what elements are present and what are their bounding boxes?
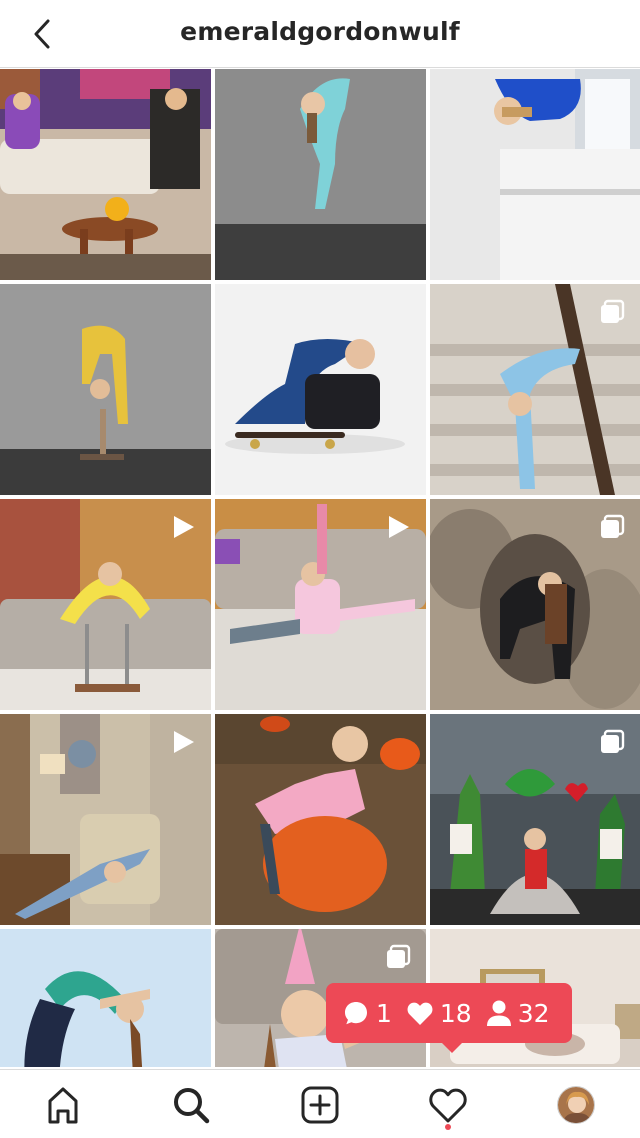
post-image	[215, 69, 426, 280]
post-image	[215, 714, 426, 925]
heart-icon	[407, 1002, 433, 1025]
post-thumbnail[interactable]	[430, 714, 640, 925]
top-bar: emeraldgordonwulf	[0, 0, 640, 68]
nav-new-post-button[interactable]	[297, 1082, 343, 1128]
carousel-badge-icon	[601, 299, 625, 323]
comments-stat: 1	[342, 999, 392, 1028]
post-image	[430, 69, 640, 280]
post-thumbnail[interactable]	[215, 284, 426, 495]
likes-stat: 18	[406, 999, 472, 1028]
followers-count: 32	[517, 998, 550, 1028]
search-icon	[174, 1088, 210, 1124]
post-thumbnail[interactable]	[215, 69, 426, 280]
carousel-badge-icon	[601, 514, 625, 538]
likes-count: 18	[439, 998, 472, 1028]
post-thumbnail[interactable]	[0, 714, 211, 925]
post-thumbnail[interactable]	[0, 69, 211, 280]
post-image	[0, 929, 211, 1067]
nav-activity-button[interactable]	[425, 1082, 471, 1130]
post-thumbnail[interactable]	[0, 499, 211, 710]
posts-grid	[0, 69, 640, 1067]
person-icon	[486, 1000, 511, 1026]
profile-avatar	[557, 1086, 595, 1124]
profile-username-title: emeraldgordonwulf	[180, 17, 460, 46]
activity-heart-icon	[429, 1088, 467, 1123]
post-thumbnail[interactable]	[430, 284, 640, 495]
video-badge-icon	[174, 731, 194, 753]
add-post-icon	[301, 1086, 339, 1124]
nav-home-button[interactable]	[40, 1082, 86, 1128]
post-image	[215, 284, 426, 495]
post-image	[0, 69, 211, 280]
bottom-navigation-bar	[0, 1069, 640, 1138]
post-thumbnail[interactable]	[215, 499, 426, 710]
nav-profile-button[interactable]	[553, 1082, 599, 1128]
followers-stat: 32	[486, 999, 550, 1028]
activity-notification-bubble[interactable]: 1 18 32	[326, 983, 572, 1053]
video-badge-icon	[389, 516, 409, 538]
post-thumbnail[interactable]	[0, 284, 211, 495]
home-icon	[48, 1087, 78, 1124]
comments-count: 1	[376, 998, 392, 1028]
post-image	[0, 284, 211, 495]
carousel-badge-icon	[601, 729, 625, 753]
post-thumbnail[interactable]	[215, 714, 426, 925]
post-thumbnail[interactable]	[430, 69, 640, 280]
notification-dot	[445, 1124, 451, 1130]
nav-search-button[interactable]	[168, 1082, 214, 1128]
post-thumbnail[interactable]	[430, 499, 640, 710]
carousel-badge-icon	[387, 944, 411, 968]
post-thumbnail[interactable]	[0, 929, 211, 1067]
comment-bubble-icon	[345, 1002, 367, 1025]
video-badge-icon	[174, 516, 194, 538]
